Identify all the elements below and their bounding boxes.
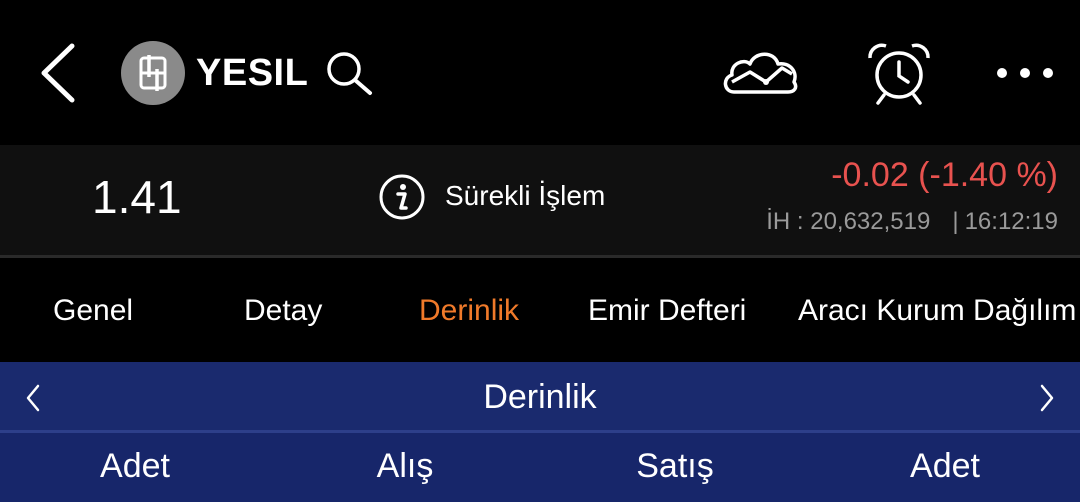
tab-araci-kurum-dagilim[interactable]: Aracı Kurum Dağılım (798, 293, 1076, 329)
more-options-button[interactable] (990, 56, 1060, 90)
top-app-bar: YESIL (0, 0, 1080, 145)
column-header-ask: Satış (636, 447, 714, 485)
tab-genel[interactable]: Genel (53, 293, 133, 329)
separator: | (952, 208, 959, 235)
volume-time-info: İH : 20,632,519 | 16:12:19 (766, 207, 1058, 237)
search-icon (327, 52, 372, 95)
alarm-button[interactable] (862, 40, 936, 106)
alarm-clock-icon (868, 43, 930, 105)
column-header-bid-quantity: Adet (100, 447, 170, 485)
section-title: Derinlik (483, 378, 597, 416)
session-status: Sürekli İşlem (445, 180, 606, 211)
column-header-ask-quantity: Adet (910, 447, 980, 485)
tab-derinlik[interactable]: Derinlik (419, 293, 519, 329)
tab-emir-defteri[interactable]: Emir Defteri (588, 293, 746, 329)
search-button[interactable] (322, 48, 376, 98)
column-header-bid: Alış (376, 447, 434, 485)
section-header: Derinlik (0, 362, 1080, 430)
more-dots-icon (997, 68, 1053, 78)
next-section-button[interactable] (1032, 378, 1062, 418)
tab-bar: Genel Detay Derinlik Emir Defteri Aracı … (0, 258, 1080, 362)
price-change: -0.02 (-1.40 %) (831, 156, 1058, 194)
company-logo (121, 41, 185, 105)
cloud-chart-icon (723, 52, 798, 94)
info-icon[interactable] (378, 173, 426, 221)
chevron-left-icon (41, 43, 75, 103)
price-summary-bar: 1.41 Sürekli İşlem -0.02 (-1.40 %) İH : … (0, 145, 1080, 255)
depth-table-header: Adet Alış Satış Adet (0, 433, 1080, 502)
back-button[interactable] (30, 38, 90, 108)
last-update-time: 16:12:19 (964, 208, 1058, 235)
tab-detay[interactable]: Detay (244, 293, 322, 329)
chevron-right-icon (1040, 384, 1054, 412)
volume-label: İH : 20,632,519 (766, 208, 931, 235)
stock-symbol: YESIL (196, 52, 309, 94)
cloud-chart-button[interactable] (720, 40, 800, 104)
last-price: 1.41 (92, 171, 182, 223)
